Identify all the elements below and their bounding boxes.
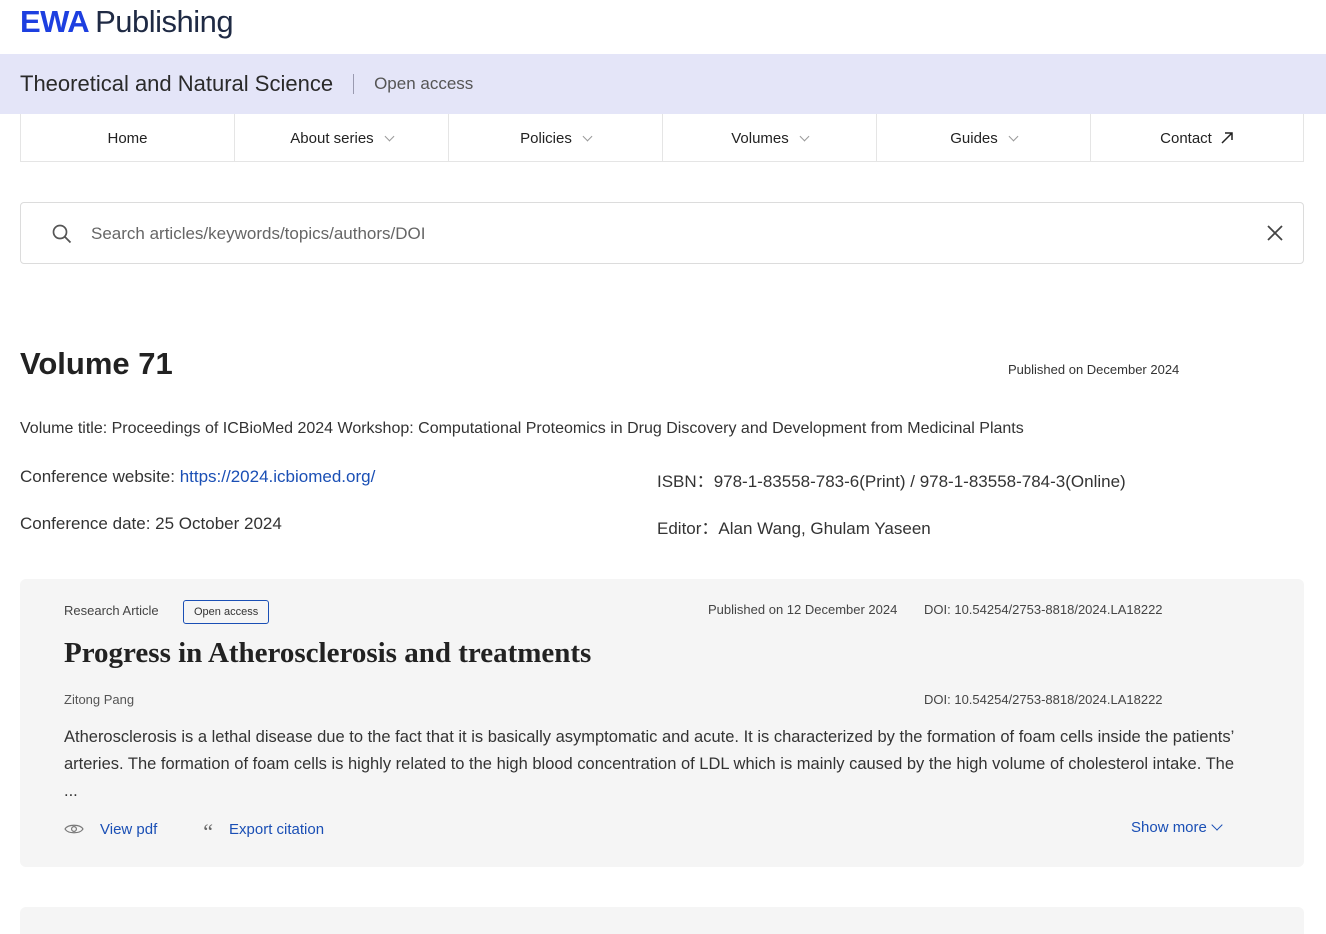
editor: Editor：Alan Wang, Ghulam Yaseen xyxy=(657,514,931,539)
editor-label: Editor： xyxy=(657,519,719,538)
nav-item-home[interactable]: Home xyxy=(20,114,234,162)
conference-date-label: Conference date: xyxy=(20,514,156,533)
article-title[interactable]: Progress in Atherosclerosis and treatmen… xyxy=(64,637,591,670)
series-title[interactable]: Theoretical and Natural Science xyxy=(20,71,333,97)
article-actions: View pdf “ Export citation xyxy=(64,815,324,843)
article-type: Research Article xyxy=(64,603,159,618)
main-nav: Home About series Policies Volumes Guide… xyxy=(20,114,1304,162)
open-access-badge: Open access xyxy=(183,600,270,624)
article-doi-header: DOI: 10.54254/2753-8818/2024.LA18222 xyxy=(924,602,1163,617)
chevron-down-icon xyxy=(799,131,810,141)
chevron-down-icon xyxy=(1211,819,1223,831)
article-doi[interactable]: DOI: 10.54254/2753-8818/2024.LA18222 xyxy=(924,692,1163,707)
chevron-down-icon xyxy=(582,131,593,141)
isbn-label: ISBN： xyxy=(657,472,714,491)
chevron-down-icon xyxy=(384,131,395,141)
article-abstract: Atherosclerosis is a lethal disease due … xyxy=(64,728,1235,800)
series-banner: Theoretical and Natural Science Open acc… xyxy=(0,54,1326,114)
site-logo[interactable]: EWA Publishing xyxy=(20,4,234,40)
nav-item-label: About series xyxy=(290,129,374,147)
view-pdf-button[interactable]: View pdf xyxy=(64,821,157,838)
quote-icon: “ xyxy=(203,819,214,844)
search-bar xyxy=(20,202,1304,264)
conference-date-value: 25 October 2024 xyxy=(155,514,282,533)
chevron-down-icon xyxy=(1008,131,1019,141)
conference-date: Conference date: 25 October 2024 xyxy=(20,514,282,534)
conference-website-link[interactable]: https://2024.icbiomed.org/ xyxy=(180,467,376,486)
volume-title: Volume 71 xyxy=(20,346,173,381)
arrow-up-right-icon xyxy=(1221,132,1233,144)
isbn: ISBN：978-1-83558-783-6(Print) / 978-1-83… xyxy=(657,467,1126,492)
article-card xyxy=(20,907,1304,934)
nav-item-guides[interactable]: Guides xyxy=(876,114,1090,162)
export-citation-button[interactable]: “ Export citation xyxy=(203,815,324,843)
isbn-value: 978-1-83558-783-6(Print) / 978-1-83558-7… xyxy=(713,472,1126,491)
article-author[interactable]: Zitong Pang xyxy=(64,692,134,707)
show-more-label: Show more xyxy=(1131,819,1207,836)
editor-value: Alan Wang, Ghulam Yaseen xyxy=(718,519,931,538)
search-icon[interactable] xyxy=(51,223,73,245)
view-pdf-label: View pdf xyxy=(100,820,158,838)
eye-icon xyxy=(64,824,84,834)
show-more-button[interactable]: Show more xyxy=(1131,819,1223,836)
nav-item-label: Guides xyxy=(950,129,998,147)
logo-primary: EWA xyxy=(20,4,90,39)
nav-item-label: Volumes xyxy=(731,129,789,147)
conference-website: Conference website: https://2024.icbiome… xyxy=(20,467,375,487)
nav-item-label: Home xyxy=(107,129,148,147)
nav-item-policies[interactable]: Policies xyxy=(448,114,662,162)
nav-item-volumes[interactable]: Volumes xyxy=(662,114,876,162)
article-card: Research Article Open access Published o… xyxy=(20,579,1304,867)
article-published-date: Published on 12 December 2024 xyxy=(708,602,898,617)
volume-published-date: Published on December 2024 xyxy=(1008,362,1180,377)
nav-item-label: Contact xyxy=(1160,129,1212,147)
nav-item-about-series[interactable]: About series xyxy=(234,114,448,162)
export-citation-label: Export citation xyxy=(229,820,325,838)
logo-secondary: Publishing xyxy=(95,4,234,39)
nav-item-label: Policies xyxy=(520,129,572,147)
conference-website-label: Conference website: xyxy=(20,467,180,486)
search-input[interactable] xyxy=(91,217,1241,251)
close-icon[interactable] xyxy=(1265,223,1285,243)
brand-header: EWA Publishing xyxy=(0,0,1326,54)
series-divider xyxy=(353,74,355,94)
nav-item-contact[interactable]: Contact xyxy=(1090,114,1304,162)
volume-subtitle: Volume title: Proceedings of ICBioMed 20… xyxy=(20,420,1024,437)
series-access-label: Open access xyxy=(374,74,474,93)
